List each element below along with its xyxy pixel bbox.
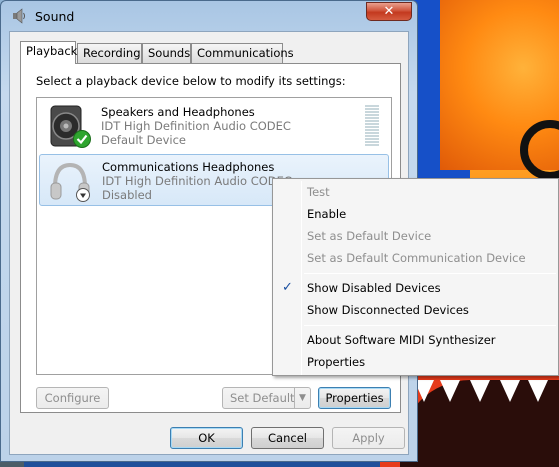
menu-item-show-disconnected-devices[interactable]: Show Disconnected Devices bbox=[275, 300, 556, 322]
disabled-arrow-icon bbox=[76, 188, 90, 205]
tab-communications[interactable]: Communications bbox=[191, 43, 294, 63]
speaker-app-icon bbox=[11, 8, 27, 24]
button-label: OK bbox=[198, 431, 215, 445]
menu-item-label: Test bbox=[307, 185, 330, 199]
device-name: Speakers and Headphones bbox=[101, 105, 255, 119]
device-driver: IDT High Definition Audio CODEC bbox=[102, 174, 292, 188]
tab-label: Playback bbox=[26, 44, 78, 58]
tab-playback[interactable]: Playback bbox=[20, 41, 78, 64]
menu-item-enable[interactable]: Enable bbox=[275, 204, 556, 226]
menu-separator bbox=[304, 325, 556, 326]
window-title: Sound bbox=[35, 9, 75, 24]
properties-button[interactable]: Properties bbox=[318, 387, 391, 409]
close-icon: ✕ bbox=[383, 4, 395, 19]
button-label: Apply bbox=[352, 431, 385, 445]
volume-level-meter bbox=[365, 105, 379, 147]
button-label: Configure bbox=[44, 391, 101, 405]
menu-separator bbox=[304, 273, 556, 274]
instruction-text: Select a playback device below to modify… bbox=[36, 74, 346, 88]
menu-item-show-disabled-devices[interactable]: ✓ Show Disabled Devices bbox=[275, 278, 556, 300]
button-label: Set Default bbox=[230, 391, 295, 405]
device-status: Default Device bbox=[101, 133, 187, 147]
device-status: Disabled bbox=[102, 188, 152, 202]
menu-item-set-default-communication-device[interactable]: Set as Default Communication Device bbox=[275, 248, 556, 270]
cancel-button[interactable]: Cancel bbox=[251, 427, 324, 449]
context-menu: Test Enable Set as Default Device Set as… bbox=[272, 178, 559, 376]
device-driver: IDT High Definition Audio CODEC bbox=[101, 119, 291, 133]
tab-label: Sounds bbox=[148, 46, 191, 60]
tab-sounds[interactable]: Sounds bbox=[142, 43, 191, 63]
menu-item-test[interactable]: Test bbox=[275, 182, 556, 204]
device-name: Communications Headphones bbox=[102, 160, 275, 174]
menu-item-about-midi-synthesizer[interactable]: About Software MIDI Synthesizer bbox=[275, 330, 556, 352]
ok-button[interactable]: OK bbox=[170, 427, 243, 449]
green-check-icon bbox=[73, 130, 91, 151]
tab-label: Communications bbox=[197, 46, 294, 60]
menu-item-set-default-device[interactable]: Set as Default Device bbox=[275, 226, 556, 248]
checkmark-icon: ✓ bbox=[282, 280, 293, 295]
menu-item-label: Show Disabled Devices bbox=[307, 281, 441, 295]
wallpaper-character-mouth bbox=[400, 380, 559, 467]
menu-item-label: Show Disconnected Devices bbox=[307, 303, 469, 317]
menu-item-label: Set as Default Communication Device bbox=[307, 251, 526, 265]
button-label: Cancel bbox=[268, 431, 307, 445]
tab-label: Recording bbox=[83, 46, 141, 60]
configure-button[interactable]: Configure bbox=[36, 387, 109, 409]
menu-item-label: Set as Default Device bbox=[307, 229, 432, 243]
set-default-button[interactable]: Set Default ▼ bbox=[222, 387, 311, 409]
titlebar[interactable]: Sound ✕ bbox=[1, 1, 417, 31]
menu-item-label: Properties bbox=[307, 355, 366, 369]
close-button[interactable]: ✕ bbox=[366, 2, 412, 21]
apply-button[interactable]: Apply bbox=[332, 427, 405, 449]
device-speakers[interactable]: Speakers and Headphones IDT High Definit… bbox=[39, 100, 389, 152]
chevron-down-icon[interactable]: ▼ bbox=[294, 388, 310, 408]
tab-recording[interactable]: Recording bbox=[77, 43, 142, 63]
button-label: Properties bbox=[325, 391, 384, 405]
menu-item-label: Enable bbox=[307, 207, 347, 221]
menu-item-properties[interactable]: Properties bbox=[275, 352, 556, 374]
menu-item-label: About Software MIDI Synthesizer bbox=[307, 333, 496, 347]
